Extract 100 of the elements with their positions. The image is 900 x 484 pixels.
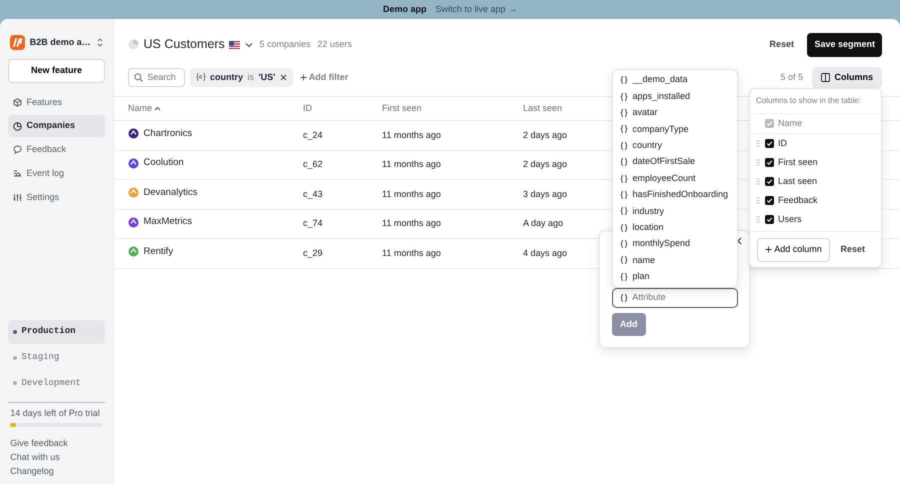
last-seen: 2 days ago — [523, 159, 568, 169]
close-icon[interactable] — [280, 74, 287, 81]
chevron-updown-icon[interactable] — [96, 38, 103, 47]
attribute-option[interactable]: dateOfFirstSale — [613, 154, 737, 170]
new-feature-button[interactable]: New feature — [8, 59, 105, 82]
sliders-icon — [13, 192, 22, 202]
attribute-option[interactable]: country — [613, 138, 737, 154]
drag-handle-icon[interactable] — [756, 140, 760, 147]
us-flag-icon — [229, 40, 240, 49]
attribute-option[interactable]: hasFinishedOnboarding — [613, 186, 737, 204]
company-id: c_24 — [303, 130, 323, 140]
segment-title: US Customers — [144, 36, 225, 54]
footer-link[interactable]: Changelog — [8, 464, 105, 478]
sidebar-item[interactable]: Event log — [8, 162, 105, 184]
search-input[interactable]: Search — [145, 70, 179, 85]
environment-item[interactable]: Development — [8, 372, 105, 395]
braces-icon — [620, 76, 628, 84]
attribute-field[interactable]: Attribute — [612, 288, 738, 308]
chevron-left-icon[interactable] — [737, 237, 742, 245]
checkbox[interactable] — [764, 158, 774, 167]
popover-title: Columns to show in the table: — [750, 89, 881, 114]
attribute-option[interactable]: apps_installed — [613, 88, 737, 105]
company-id: c_29 — [303, 248, 323, 258]
speech-bubble-icon — [13, 145, 22, 154]
attribute-input[interactable]: Attribute — [630, 290, 730, 306]
braces-icon — [620, 256, 628, 264]
attribute-option[interactable]: location — [613, 220, 737, 236]
company-name[interactable]: MaxMetrics — [144, 215, 192, 230]
add-filter-button[interactable]: Add filter — [300, 70, 348, 84]
chevron-down-icon[interactable] — [244, 42, 253, 48]
app-name: B2B demo a… — [30, 36, 92, 49]
attribute-option[interactable]: companyType — [613, 121, 737, 138]
reset-columns-button[interactable]: Reset — [831, 238, 874, 262]
sidebar-item[interactable]: Settings — [8, 186, 105, 208]
trial-text: 14 days left of Pro trial — [9, 407, 101, 420]
filter-value: 'US' — [258, 70, 276, 84]
columns-icon — [820, 72, 830, 82]
column-option-label: Last seen — [778, 174, 818, 188]
environment-item[interactable]: Production — [8, 320, 105, 344]
last-seen: A day ago — [523, 218, 564, 228]
company-name[interactable]: Rentify — [144, 244, 174, 259]
checkbox[interactable] — [764, 215, 774, 224]
save-segment-button[interactable]: Save segment — [807, 33, 882, 56]
checkbox[interactable] — [764, 177, 774, 186]
first-seen: 11 months ago — [382, 248, 441, 258]
columns-button[interactable]: Columns — [812, 66, 882, 88]
sidebar-item[interactable]: Features — [8, 92, 105, 113]
attribute-option[interactable]: avatar — [613, 104, 737, 122]
live-app-link[interactable]: Switch to live app → — [435, 2, 518, 16]
drag-handle-icon[interactable] — [756, 178, 760, 185]
event-log-icon — [13, 169, 22, 178]
attribute-option[interactable]: monthlySpend — [613, 236, 737, 252]
column-option-label: Name — [778, 116, 802, 130]
row-count: 5 of 5 — [780, 70, 803, 84]
braces-icon — [620, 142, 628, 150]
sidebar-item[interactable]: Feedback — [8, 139, 105, 160]
status-dot — [13, 356, 17, 360]
braces-icon — [620, 294, 628, 302]
company-name[interactable]: Coolution — [144, 156, 184, 170]
first-seen: 11 months ago — [382, 188, 441, 198]
braces-icon — [620, 190, 628, 199]
attribute-option[interactable]: industry — [613, 203, 737, 220]
column-option-label: ID — [778, 136, 787, 150]
attribute-option[interactable]: __demo_data — [613, 72, 737, 88]
column-header[interactable]: Last seen — [523, 102, 562, 116]
checkbox[interactable] — [764, 196, 774, 205]
companies-count: 5 companies — [260, 38, 311, 51]
status-dot — [13, 330, 17, 334]
filter-chip[interactable]: country is 'US' — [190, 68, 293, 87]
reset-button[interactable]: Reset — [760, 33, 803, 56]
footer-link[interactable]: Give feedback — [8, 436, 105, 450]
sidebar-item[interactable]: Companies — [8, 115, 105, 137]
checkmark-icon — [766, 159, 772, 166]
users-count: 22 users — [317, 38, 352, 51]
search-field[interactable]: Search — [128, 68, 185, 87]
company-name[interactable]: Chartronics — [144, 126, 192, 141]
company-name[interactable]: Devanalytics — [144, 186, 198, 200]
drag-handle-icon[interactable] — [756, 216, 760, 223]
attribute-option[interactable]: plan — [613, 268, 737, 286]
column-option-label: Users — [778, 212, 802, 226]
checkbox[interactable] — [764, 139, 774, 148]
filter-operator: is — [248, 70, 254, 84]
braces-icon — [620, 174, 628, 183]
column-option-label: Feedback — [778, 194, 818, 207]
attribute-option[interactable]: name — [613, 252, 737, 269]
column-header[interactable]: Name — [128, 102, 162, 116]
drag-handle-icon[interactable] — [756, 197, 760, 204]
column-header[interactable]: ID — [303, 102, 312, 116]
add-column-button[interactable]: Add column — [757, 238, 830, 262]
checkmark-icon — [766, 216, 772, 223]
company-id: c_43 — [303, 188, 323, 198]
attribute-option[interactable]: employeeCount — [613, 170, 737, 187]
column-header[interactable]: First seen — [382, 102, 422, 116]
banner-title: Demo app — [382, 2, 426, 16]
first-seen: 11 months ago — [382, 218, 441, 228]
environment-item[interactable]: Staging — [8, 346, 105, 370]
segment-pie-icon — [128, 39, 139, 50]
company-id: c_74 — [303, 218, 323, 228]
drag-handle-icon[interactable] — [756, 159, 760, 166]
footer-link[interactable]: Chat with us — [8, 450, 105, 464]
